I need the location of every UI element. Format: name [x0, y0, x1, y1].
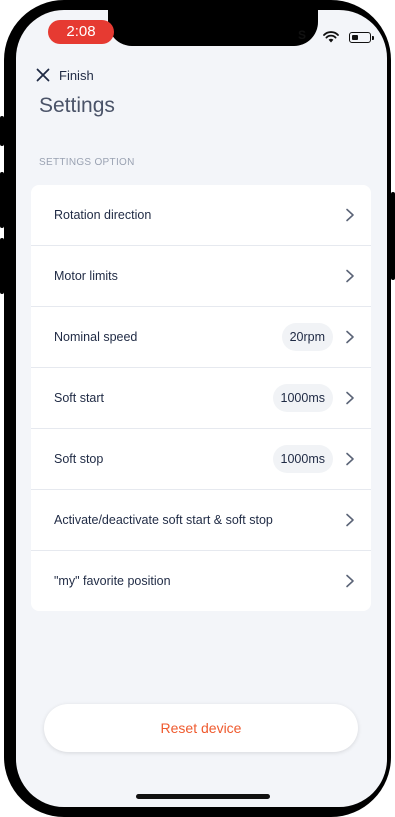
chevron-right-icon — [346, 574, 354, 588]
section-label: SETTINGS OPTION — [39, 157, 135, 168]
settings-row-soft-start[interactable]: Soft start 1000ms — [31, 368, 371, 429]
chevron-right-icon — [346, 208, 354, 222]
carrier-text: S — [298, 28, 307, 42]
bezel: 2:08 S Finish Settings SETTINGS OPTION R… — [4, 0, 391, 817]
row-label: Motor limits — [54, 269, 118, 283]
chevron-right-icon — [346, 513, 354, 527]
value-badge: 20rpm — [281, 323, 333, 351]
chevron-right-icon — [346, 330, 354, 344]
chevron-right-icon — [346, 452, 354, 466]
home-indicator — [136, 794, 270, 799]
row-label: Soft stop — [54, 452, 104, 466]
battery-icon — [349, 32, 374, 43]
row-label: Soft start — [54, 391, 105, 405]
chevron-right-icon — [346, 391, 354, 405]
settings-row-nominal-speed[interactable]: Nominal speed 20rpm — [31, 307, 371, 368]
settings-row-favorite-position[interactable]: "my" favorite position — [31, 551, 371, 611]
value-badge: 1000ms — [272, 384, 333, 412]
wifi-icon — [323, 31, 339, 43]
reset-device-button[interactable]: Reset device — [44, 704, 358, 752]
close-icon — [36, 68, 50, 82]
screen: 2:08 S Finish Settings SETTINGS OPTION R… — [16, 10, 387, 807]
finish-label: Finish — [59, 67, 94, 83]
page-title: Settings — [39, 94, 115, 117]
chevron-right-icon — [346, 269, 354, 283]
settings-row-motor-limits[interactable]: Motor limits — [31, 246, 371, 307]
finish-button[interactable]: Finish — [36, 65, 94, 85]
status-time: 2:08 — [48, 20, 114, 44]
phone-frame: 2:08 S Finish Settings SETTINGS OPTION R… — [0, 0, 395, 817]
row-label: Nominal speed — [54, 330, 138, 344]
row-label: Rotation direction — [54, 208, 152, 222]
value-badge: 1000ms — [272, 445, 333, 473]
settings-row-soft-stop[interactable]: Soft stop 1000ms — [31, 429, 371, 490]
row-label: "my" favorite position — [54, 574, 171, 588]
power-button — [391, 192, 395, 280]
notch — [108, 10, 318, 46]
row-label: Activate/deactivate soft start & soft st… — [54, 513, 273, 527]
settings-list: Rotation direction Motor limits Nominal … — [31, 185, 371, 611]
settings-row-rotation-direction[interactable]: Rotation direction — [31, 185, 371, 246]
settings-row-activate-soft-start-stop[interactable]: Activate/deactivate soft start & soft st… — [31, 490, 371, 551]
